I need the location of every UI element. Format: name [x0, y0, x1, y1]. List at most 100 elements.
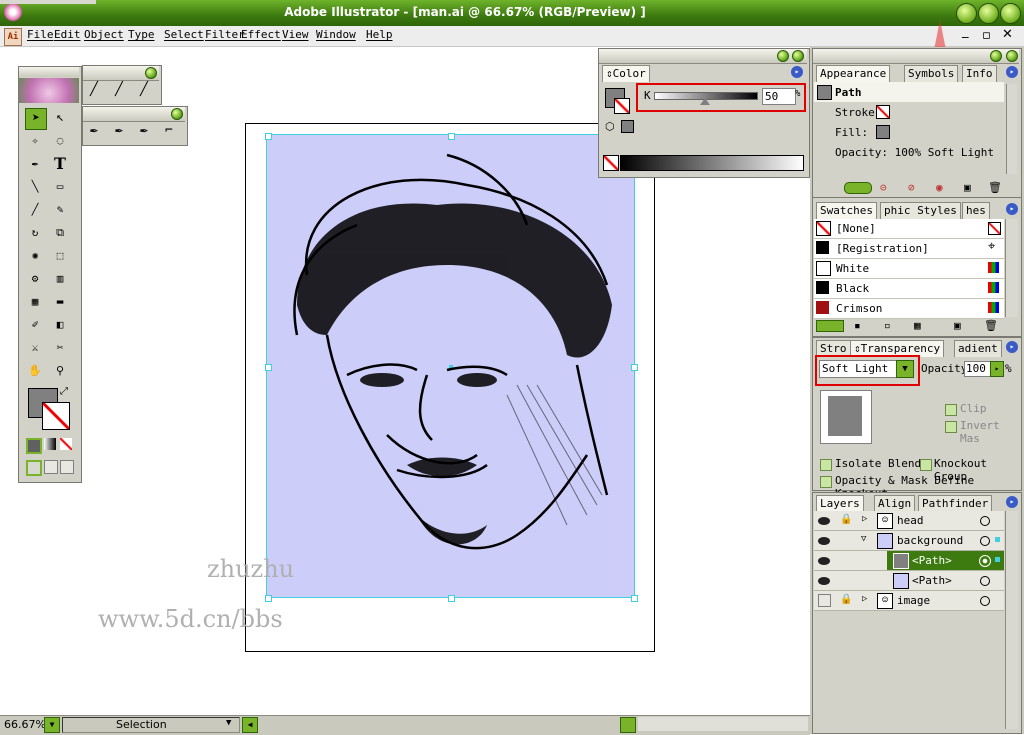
new-item-icon[interactable]: ▣ — [964, 181, 971, 194]
eye-icon[interactable] — [818, 577, 830, 585]
blend-mode-dropdown-arrow[interactable]: ▼ — [896, 360, 914, 378]
rotate-tool-icon[interactable]: ↻ — [25, 223, 45, 243]
color-ramp-none[interactable] — [603, 155, 619, 171]
graph-tool-icon[interactable]: ▥ — [50, 269, 70, 289]
clip-checkbox[interactable] — [945, 404, 957, 416]
pen-flyout-titlebar[interactable] — [83, 107, 185, 122]
target-icon[interactable] — [980, 576, 990, 586]
tab-graphic-styles[interactable]: phic Styles — [880, 202, 961, 219]
zoom-level[interactable]: 66.67% — [4, 718, 46, 731]
pen-icon[interactable]: ✒ — [90, 123, 98, 138]
tools-panel-titlebar[interactable] — [19, 67, 79, 77]
menu-view[interactable]: View — [282, 28, 309, 41]
screen-mode-full-menu[interactable] — [44, 460, 58, 474]
pencil-tool-icon[interactable]: ✎ — [50, 200, 70, 220]
expand-arrow-icon[interactable]: ▷ — [862, 514, 867, 524]
menu-object[interactable]: Object — [84, 28, 124, 41]
show-all-swatches-icon[interactable] — [816, 320, 844, 332]
delete-item-icon[interactable]: 🗑 — [988, 181, 1002, 194]
layers-scrollbar[interactable] — [1005, 511, 1018, 729]
pencil-icon[interactable]: ╱ — [115, 82, 123, 97]
menu-filter[interactable]: Filter — [205, 28, 245, 41]
opacity-input[interactable]: 100 — [964, 361, 991, 377]
symbol-sprayer-tool-icon[interactable]: ⚙ — [25, 269, 45, 289]
stroke-label[interactable]: Stroke: — [835, 106, 881, 119]
paintbrush-icon[interactable]: ╱ — [90, 82, 98, 97]
magic-wand-tool-icon[interactable]: ✧ — [25, 131, 45, 151]
convert-anchor-icon[interactable]: ⌐ — [165, 123, 173, 138]
show-color-swatches-icon[interactable]: ▪ — [854, 319, 861, 332]
tab-align[interactable]: Align — [874, 495, 916, 512]
menu-window[interactable]: Window — [316, 28, 356, 41]
swatches-menu-icon[interactable]: ▸ — [1006, 203, 1018, 215]
new-swatch-icon[interactable]: ▣ — [954, 319, 961, 332]
tab-brushes[interactable]: hes — [962, 202, 990, 219]
layer-name[interactable]: <Path> — [912, 574, 952, 587]
eyedropper-tool-icon[interactable]: ✐ — [25, 315, 45, 335]
color-panel-titlebar[interactable] — [599, 49, 807, 64]
target-icon[interactable] — [979, 555, 991, 567]
knockout-group-checkbox[interactable] — [920, 459, 932, 471]
flyout-close-button[interactable] — [145, 67, 157, 79]
status-left-arrow-button[interactable]: ◀ — [242, 717, 258, 733]
duplicate-item-icon[interactable]: ◉ — [936, 181, 943, 194]
layers-menu-icon[interactable]: ▸ — [1006, 496, 1018, 508]
hidden-eye-slot[interactable] — [818, 594, 831, 607]
appearance-menu-icon[interactable]: ▸ — [1006, 66, 1018, 78]
zoom-dropdown-button[interactable]: ▼ — [44, 717, 60, 733]
delete-swatch-icon[interactable]: 🗑 — [984, 319, 998, 332]
screen-mode-normal[interactable] — [26, 460, 42, 476]
opacity-mask-knockout-checkbox[interactable] — [820, 476, 832, 488]
appearance-min-button[interactable] — [990, 50, 1002, 62]
expand-arrow-icon[interactable]: ▷ — [862, 594, 867, 604]
eye-icon[interactable] — [818, 557, 830, 565]
lock-icon[interactable]: 🔒 — [840, 514, 852, 525]
selection-tool-icon[interactable]: ➤ — [25, 108, 47, 130]
direct-selection-tool-icon[interactable]: ↖ — [50, 108, 70, 128]
blend-mode-select[interactable]: Soft Light — [819, 360, 899, 378]
portrait-sketch[interactable] — [267, 135, 634, 597]
tab-gradient[interactable]: adient — [954, 340, 1002, 357]
color-stroke-swatch[interactable] — [614, 98, 630, 114]
slice-tool-icon[interactable]: ⚔ — [25, 338, 45, 358]
gradient-tool-icon[interactable]: ▬ — [50, 292, 70, 312]
rectangle-tool-icon[interactable]: ▭ — [50, 177, 70, 197]
add-anchor-icon[interactable]: ✒ — [115, 123, 123, 138]
menu-help[interactable]: Help — [366, 28, 393, 41]
expand-arrow-icon[interactable]: ▽ — [861, 534, 866, 544]
delete-anchor-icon[interactable]: ✒ — [140, 123, 148, 138]
show-gradient-swatches-icon[interactable]: ▫ — [884, 319, 891, 332]
k-value-input[interactable]: 50 — [762, 88, 796, 105]
menu-select[interactable]: Select — [164, 28, 204, 41]
pen-tool-icon[interactable]: ✒ — [25, 154, 45, 174]
smooth-tool-icon[interactable]: ╱ — [140, 82, 148, 97]
scissors-tool-icon[interactable]: ✂ — [50, 338, 70, 358]
eye-icon[interactable] — [818, 517, 830, 525]
invert-mask-checkbox[interactable] — [945, 421, 957, 433]
lock-icon[interactable]: 🔒 — [840, 594, 852, 605]
type-tool-icon[interactable]: T — [50, 154, 70, 174]
menu-type[interactable]: Type — [128, 28, 155, 41]
tab-symbols[interactable]: Symbols — [904, 65, 959, 82]
color-panel-menu-icon[interactable]: ▸ — [791, 66, 803, 78]
menu-effect[interactable]: Effect — [241, 28, 281, 41]
reduce-basic-icon[interactable]: ⊝ — [880, 181, 887, 194]
horizontal-scrollbar[interactable] — [638, 717, 808, 731]
show-pattern-swatches-icon[interactable]: ▦ — [914, 319, 921, 332]
appearance-close-button[interactable] — [1006, 50, 1018, 62]
web-safe-swatch[interactable] — [621, 120, 634, 133]
scale-tool-icon[interactable]: ⧉ — [50, 223, 70, 243]
layer-name[interactable]: background — [897, 534, 963, 547]
warp-tool-icon[interactable]: ✺ — [25, 246, 45, 266]
screen-mode-full[interactable] — [60, 460, 74, 474]
ai-app-icon[interactable]: Ai — [4, 28, 22, 46]
stroke-none-icon[interactable] — [876, 105, 890, 119]
clear-appearance-icon[interactable]: ⊘ — [908, 181, 915, 194]
mesh-tool-icon[interactable]: ▦ — [25, 292, 45, 312]
target-icon[interactable] — [980, 596, 990, 606]
tab-info[interactable]: Info — [962, 65, 997, 82]
appearance-panel-titlebar[interactable] — [813, 49, 1019, 64]
color-mode-button[interactable] — [26, 438, 42, 454]
layer-row[interactable] — [814, 571, 1004, 591]
fill-swatch-icon[interactable] — [876, 125, 890, 139]
